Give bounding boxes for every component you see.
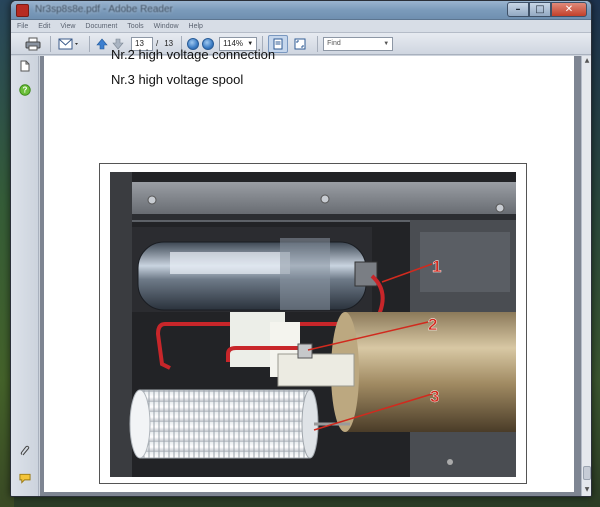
scroll-down-arrow[interactable]: ▼ [583,486,591,494]
toolbar: 13 / 13 114% ▼ Find ▼ [11,33,591,55]
previous-page-button[interactable] [95,35,109,53]
callout-2: 2 [428,315,437,334]
menu-window[interactable]: Window [154,23,179,30]
photo-illustration: 1 2 3 [110,172,516,477]
window-title: Nr3sp8s8e.pdf - Adobe Reader [35,4,173,15]
pages-panel-button[interactable] [19,60,31,72]
section-heading: Nr.3 high voltage spool [111,72,244,87]
menu-help[interactable]: Help [189,23,203,30]
fit-page-button[interactable] [290,35,310,53]
pdf-page: Nr.2 high voltage connection Nr.3 high v… [44,47,574,492]
reader-window: Nr3sp8s8e.pdf - Adobe Reader – □ ✕ File … [10,0,592,497]
toolbar-separator [317,35,319,52]
toolbar-separator [89,35,90,52]
attachments-panel-button[interactable] [19,445,31,457]
menu-tools[interactable]: Tools [127,23,143,30]
help-icon: ? [19,84,31,96]
paperclip-icon [20,445,30,456]
adobe-reader-icon [16,4,29,17]
callout-1: 1 [432,257,441,276]
arrow-up-icon [96,38,108,49]
envelope-icon [58,38,78,49]
menu-bar: File Edit View Document Tools Window Hel… [11,20,591,33]
email-button[interactable] [56,35,82,53]
high-voltage-spool-photo: 1 2 3 [110,172,516,477]
minimize-button[interactable]: – [507,2,529,17]
vertical-scrollbar[interactable]: ▲ ▼ [581,56,591,496]
menu-document[interactable]: Document [85,23,117,30]
printer-icon [25,37,41,50]
svg-text:?: ? [23,86,28,95]
close-button[interactable]: ✕ [551,2,587,17]
document-viewport[interactable]: Nr.2 high voltage connection Nr.3 high v… [40,47,582,496]
maximize-button[interactable]: □ [529,2,551,17]
comment-icon [19,473,31,484]
chevron-down-icon: ▼ [247,40,254,47]
callout-3: 3 [430,387,439,406]
find-input[interactable]: Find ▼ [323,36,394,51]
print-button[interactable] [23,35,43,53]
help-panel-button[interactable]: ? [19,84,31,96]
previous-section-heading: Nr.2 high voltage connection [111,47,276,62]
menu-view[interactable]: View [60,23,75,30]
find-placeholder: Find [327,40,341,47]
menu-edit[interactable]: Edit [38,23,50,30]
title-bar[interactable]: Nr3sp8s8e.pdf - Adobe Reader – □ ✕ [11,1,591,20]
toolbar-separator [50,35,51,52]
chevron-down-icon: ▼ [383,40,390,47]
window-controls: – □ ✕ [507,2,587,17]
comments-panel-button[interactable] [19,472,31,484]
menu-file[interactable]: File [17,23,28,30]
scroll-thumb[interactable] [583,466,591,480]
navigation-panel: ? [11,56,39,496]
scroll-up-arrow[interactable]: ▲ [583,57,591,65]
photo-frame: 1 2 3 [99,163,527,484]
fit-page-icon [294,38,306,49]
page-icon [20,60,30,72]
